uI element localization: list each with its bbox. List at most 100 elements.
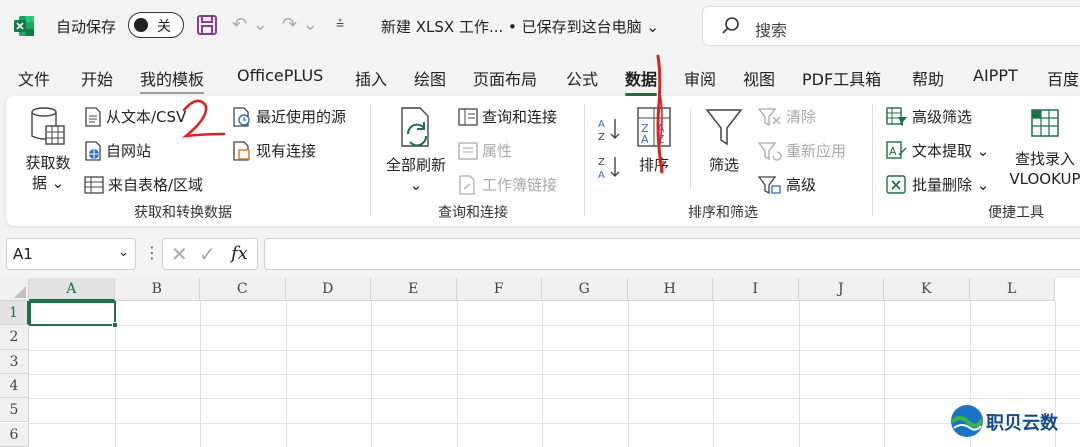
database-icon bbox=[31, 107, 65, 145]
filter-label: 筛选 bbox=[708, 156, 739, 174]
existing-connections-button[interactable]: 现有连接 bbox=[232, 140, 316, 161]
active-cell-a1[interactable] bbox=[29, 301, 118, 328]
column-header[interactable]: C bbox=[200, 278, 286, 301]
lookup-vlookup-button[interactable]: 查找录入 VLOOKUP bbox=[1004, 106, 1080, 189]
text-extract-label: 文本提取 ⌄ bbox=[912, 142, 990, 160]
workbook-links-icon bbox=[459, 174, 475, 195]
insert-function-button[interactable]: fx bbox=[231, 243, 248, 264]
column-header[interactable]: B bbox=[114, 278, 200, 301]
advanced-filter-tool-button[interactable]: 高级筛选 bbox=[886, 106, 972, 127]
filter-button[interactable]: 筛选 bbox=[700, 106, 748, 175]
group-separator bbox=[872, 104, 873, 216]
sort-filter-divider bbox=[690, 110, 691, 190]
svg-text:A: A bbox=[889, 145, 897, 158]
tab-insert[interactable]: 插入 bbox=[355, 66, 387, 90]
from-text-csv-label: 从文本/CSV bbox=[106, 108, 187, 126]
column-header[interactable]: L bbox=[969, 278, 1055, 301]
recent-sources-button[interactable]: 最近使用的源 bbox=[232, 106, 346, 127]
advanced-filter-tool-label: 高级筛选 bbox=[912, 108, 973, 126]
svg-text:A: A bbox=[598, 170, 605, 180]
undo-icon[interactable]: ↶ ⌄ bbox=[232, 14, 268, 35]
bulk-delete-button[interactable]: 批量删除 ⌄ bbox=[886, 174, 989, 195]
text-extract-button[interactable]: A 文本提取 ⌄ bbox=[886, 140, 989, 161]
get-data-button[interactable]: 获取数 据 ⌄ bbox=[18, 106, 78, 193]
from-web-button[interactable]: 自网站 bbox=[84, 140, 151, 161]
tab-my-templates[interactable]: 我的模板 bbox=[140, 66, 205, 94]
refresh-all-dropdown: ⌄ bbox=[409, 176, 423, 194]
column-header[interactable]: F bbox=[456, 278, 542, 301]
tab-pdf-toolbox[interactable]: PDF工具箱 bbox=[802, 66, 881, 90]
row-header[interactable]: 1 bbox=[0, 301, 29, 326]
formula-input[interactable] bbox=[264, 238, 1080, 270]
search-placeholder: 搜索 bbox=[755, 21, 788, 40]
tab-formulas[interactable]: 公式 bbox=[566, 66, 598, 90]
tab-review[interactable]: 审阅 bbox=[684, 66, 716, 90]
tab-view[interactable]: 视图 bbox=[743, 66, 775, 90]
column-header[interactable]: K bbox=[884, 278, 970, 301]
chevron-down-icon[interactable]: ⌄ bbox=[118, 245, 129, 260]
edit-links-label: 工作簿链接 bbox=[482, 176, 558, 194]
tab-baidu[interactable]: 百度 bbox=[1047, 66, 1079, 90]
tab-help[interactable]: 帮助 bbox=[912, 66, 944, 90]
save-icon[interactable] bbox=[196, 14, 218, 36]
toggle-knob bbox=[134, 18, 148, 32]
bulk-delete-label: 批量删除 ⌄ bbox=[912, 176, 990, 194]
clear-filter-label: 清除 bbox=[786, 108, 817, 126]
sort-ascending-button[interactable]: AZ bbox=[596, 116, 626, 142]
queries-connections-button[interactable]: 查询和连接 bbox=[458, 106, 557, 127]
row-header[interactable]: 2 bbox=[0, 325, 29, 350]
text-extract-icon: A bbox=[886, 140, 907, 159]
from-table-button[interactable]: 来自表格/区域 bbox=[84, 174, 203, 195]
grid-row-line bbox=[29, 398, 1080, 400]
select-all-corner[interactable] bbox=[0, 278, 29, 301]
sort-za-icon: ZA bbox=[598, 157, 620, 180]
row-header[interactable]: 3 bbox=[0, 349, 29, 374]
row-header[interactable]: 5 bbox=[0, 398, 29, 423]
annotation-mark-2: 2 bbox=[181, 99, 235, 138]
group-separator bbox=[584, 104, 585, 216]
column-header[interactable]: J bbox=[798, 278, 884, 301]
tab-draw[interactable]: 绘图 bbox=[414, 66, 446, 90]
cancel-icon[interactable]: ✕ bbox=[171, 242, 188, 266]
column-header[interactable]: I bbox=[713, 278, 799, 301]
tab-home[interactable]: 开始 bbox=[81, 66, 113, 90]
properties-button[interactable]: 属性 bbox=[458, 140, 512, 161]
name-box[interactable]: A1 ⌄ bbox=[6, 238, 136, 270]
advanced-filter-button[interactable]: 高级 bbox=[758, 174, 816, 195]
customize-toolbar-icon[interactable]: ⩮ bbox=[336, 16, 344, 32]
column-header[interactable]: H bbox=[627, 278, 713, 301]
worksheet-grid[interactable]: ABCDEFGHIJKL 123456 bbox=[0, 278, 1080, 447]
tab-file[interactable]: 文件 bbox=[18, 66, 50, 90]
annotation-mark-1: 1 bbox=[656, 54, 664, 174]
sort-descending-button[interactable]: ZA bbox=[596, 154, 626, 180]
edit-links-button[interactable]: 工作簿链接 bbox=[458, 174, 557, 195]
more-options-icon[interactable]: ⋮ bbox=[144, 243, 160, 262]
row-header[interactable]: 6 bbox=[0, 422, 29, 447]
document-title[interactable]: 新建 XLSX 工作... • 已保存到这台电脑 ⌄ bbox=[381, 16, 659, 37]
refresh-all-button[interactable]: 全部刷新 ⌄ bbox=[378, 106, 454, 195]
clear-filter-button[interactable]: 清除 bbox=[758, 106, 816, 127]
autosave-toggle[interactable]: 关 bbox=[128, 12, 184, 38]
tab-page-layout[interactable]: 页面布局 bbox=[473, 66, 537, 90]
group-label-get-transform: 获取和转换数据 bbox=[134, 205, 232, 221]
reapply-filter-button[interactable]: 重新应用 bbox=[758, 140, 846, 161]
column-header[interactable]: D bbox=[285, 278, 371, 301]
column-header[interactable]: G bbox=[542, 278, 628, 301]
row-header[interactable]: 4 bbox=[0, 373, 29, 399]
queries-connections-label: 查询和连接 bbox=[482, 108, 558, 126]
from-text-csv-button[interactable]: 从文本/CSV bbox=[84, 106, 186, 127]
fill-handle[interactable] bbox=[112, 322, 118, 328]
tab-aippt[interactable]: AIPPT bbox=[973, 66, 1018, 85]
table-icon bbox=[84, 175, 104, 194]
annotation-mark-2-text: 2 bbox=[234, 99, 235, 101]
tab-officeplus[interactable]: OfficePLUS bbox=[237, 66, 323, 85]
redo-icon[interactable]: ↷ ⌄ bbox=[282, 14, 318, 35]
recent-sources-label: 最近使用的源 bbox=[256, 108, 347, 126]
search-box[interactable]: 搜索 bbox=[702, 6, 1080, 46]
column-header[interactable]: A bbox=[29, 278, 115, 301]
text-file-icon bbox=[85, 106, 101, 127]
group-separator bbox=[370, 104, 371, 216]
select-all-triangle-icon bbox=[14, 286, 26, 298]
column-header[interactable]: E bbox=[371, 278, 457, 301]
enter-icon[interactable]: ✓ bbox=[199, 242, 216, 266]
